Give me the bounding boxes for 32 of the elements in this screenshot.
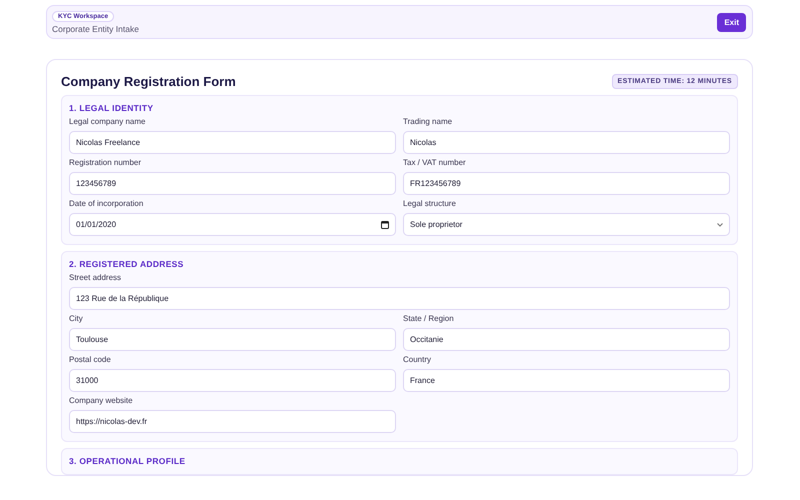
date-field[interactable]: 01/01/2020 — [69, 213, 396, 236]
input-field[interactable]: 31000 — [69, 369, 396, 392]
exit-button[interactable]: Exit — [717, 12, 746, 32]
section-title: 1. LEGAL IDENTITY — [69, 103, 154, 113]
field-label: State / Region — [403, 314, 455, 323]
input-field[interactable]: Toulouse — [69, 328, 396, 351]
field-label: City — [69, 314, 84, 323]
chevron-down-icon — [717, 222, 723, 226]
input-field[interactable]: France — [403, 369, 730, 392]
input-field[interactable]: Nicolas Freelance — [69, 131, 396, 154]
section-title: 2. REGISTERED ADDRESS — [69, 259, 185, 269]
input-field[interactable]: Occitanie — [403, 328, 730, 351]
field-label: Tax / VAT number — [403, 158, 467, 167]
field-label: Postal code — [69, 355, 112, 364]
field-label: Legal company name — [69, 117, 146, 126]
section-title: 3. OPERATIONAL PROFILE — [69, 456, 186, 466]
select-field[interactable]: Sole proprietor — [403, 213, 730, 236]
field-label: Legal structure — [403, 199, 457, 208]
calendar-icon — [381, 220, 389, 228]
header-subtitle: Corporate Entity Intake — [52, 24, 139, 34]
input-field[interactable]: 123 Rue de la République — [69, 287, 730, 310]
input-field[interactable]: FR123456789 — [403, 172, 730, 195]
input-field[interactable]: https://nicolas-dev.fr — [69, 410, 396, 433]
field-label: Country — [403, 355, 432, 364]
input-field[interactable]: Nicolas — [403, 131, 730, 154]
field-label: Company website — [69, 396, 134, 405]
field-label: Street address — [69, 273, 122, 282]
field-label: Registration number — [69, 158, 142, 167]
field-label: Date of incorporation — [69, 199, 144, 208]
input-field[interactable]: 123456789 — [69, 172, 396, 195]
form-title: Company Registration Form — [61, 74, 236, 89]
field-label: Trading name — [403, 117, 454, 126]
